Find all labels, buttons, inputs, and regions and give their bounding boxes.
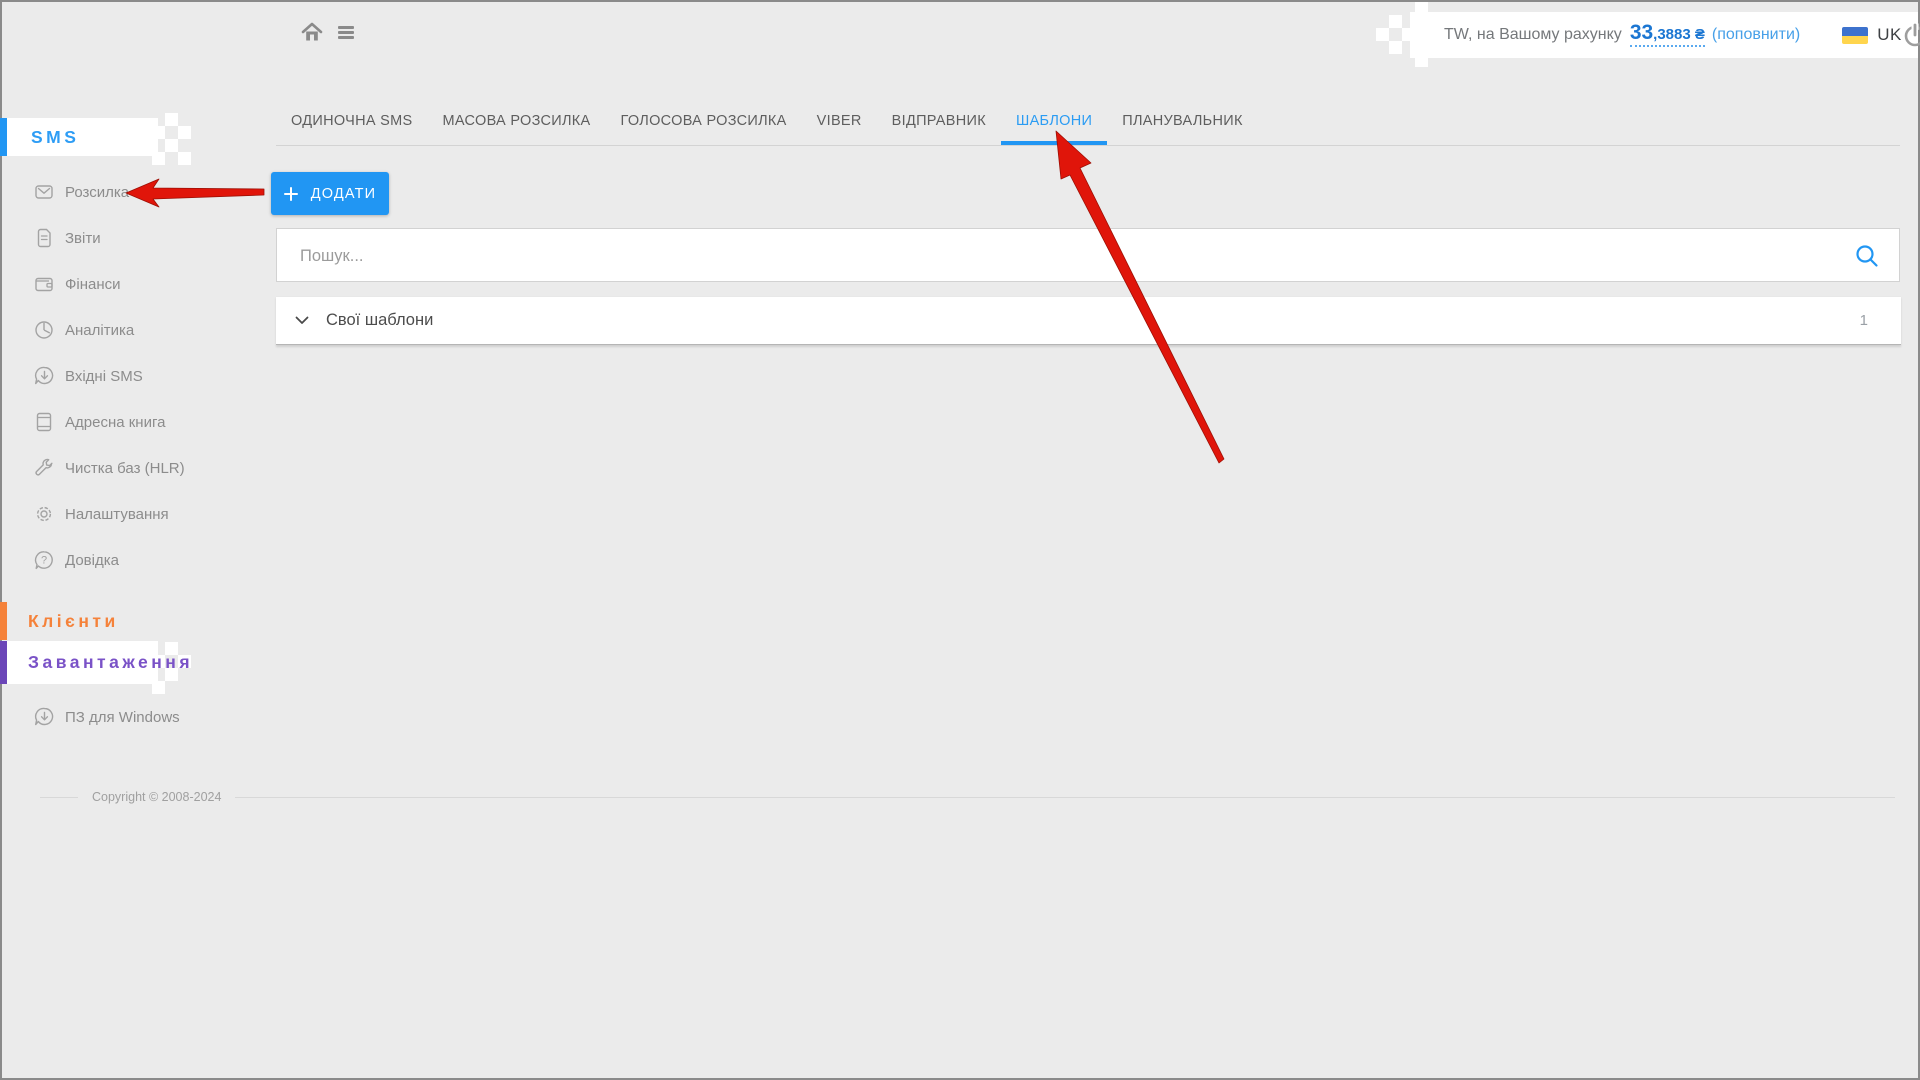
- account-prefix: TW, на Вашому рахунку: [1444, 26, 1622, 44]
- hamburger-menu-button[interactable]: [338, 26, 354, 39]
- tab-vidpravnyk[interactable]: ВІДПРАВНИК: [877, 100, 1001, 145]
- sidebar-item-label: Налаштування: [65, 506, 169, 523]
- add-button[interactable]: ДОДАТИ: [271, 172, 389, 215]
- sidebar-item-label: Довідка: [65, 552, 119, 569]
- annotation-layer: [0, 0, 1920, 1080]
- home-icon: [300, 20, 324, 44]
- sidebar-nav: Розсилка Звіти Фінанси Аналіт: [0, 169, 218, 583]
- inbox-bubble-icon: [33, 365, 55, 387]
- sidebar-item-label: ПЗ для Windows: [65, 709, 180, 726]
- ukraine-flag-icon: [1842, 27, 1868, 44]
- downloads-section-label: Завантаження: [28, 652, 193, 673]
- tab-shablony[interactable]: ШАБЛОНИ: [1001, 100, 1107, 145]
- sidebar-item-label: Адресна книга: [65, 414, 165, 431]
- envelope-icon: [33, 181, 55, 203]
- language-selector[interactable]: UK: [1842, 25, 1902, 45]
- sidebar-item-adresna-knyha[interactable]: Адресна книга: [0, 399, 218, 445]
- report-icon: [33, 227, 55, 249]
- download-icon: [33, 706, 55, 728]
- search-input[interactable]: [277, 229, 1854, 283]
- sidebar-downloads-nav: ПЗ для Windows: [0, 694, 218, 740]
- tab-holosova-rozsylka[interactable]: ГОЛОСОВА РОЗСИЛКА: [606, 100, 802, 145]
- sidebar-item-chystka-baz[interactable]: Чистка баз (HLR): [0, 445, 218, 491]
- sidebar-item-label: Вхідні SMS: [65, 368, 143, 385]
- svg-text:?: ?: [41, 555, 47, 567]
- tab-masova-rozsylka[interactable]: МАСОВА РОЗСИЛКА: [428, 100, 606, 145]
- sidebar-item-zvity[interactable]: Звіти: [0, 215, 218, 261]
- search-box: [276, 228, 1900, 282]
- wallet-icon: [33, 273, 55, 295]
- clients-section-label: Клієнти: [28, 611, 119, 632]
- divider-line: [40, 797, 78, 798]
- sidebar-item-finansy[interactable]: Фінанси: [0, 261, 218, 307]
- balance-amount[interactable]: 33,3883 ₴: [1630, 23, 1705, 47]
- home-button[interactable]: [300, 20, 324, 44]
- search-button[interactable]: [1853, 242, 1881, 270]
- tab-planuvalnyk[interactable]: ПЛАНУВАЛЬНИК: [1107, 100, 1257, 145]
- sidebar-item-label: Розсилка: [65, 184, 129, 201]
- templates-count-badge: 1: [1860, 312, 1868, 329]
- sidebar-item-label: Звіти: [65, 230, 101, 247]
- plus-icon: [284, 187, 298, 201]
- gear-icon: [33, 503, 55, 525]
- sidebar-item-nalashtuvannia[interactable]: Налаштування: [0, 491, 218, 537]
- sidebar-item-dovidka[interactable]: ? Довідка: [0, 537, 218, 583]
- sidebar-item-pz-windows[interactable]: ПЗ для Windows: [0, 694, 218, 740]
- templates-group-label: Свої шаблони: [326, 311, 433, 330]
- tab-odynochna-sms[interactable]: ОДИНОЧНА SMS: [276, 100, 428, 145]
- question-bubble-icon: ?: [33, 549, 55, 571]
- power-icon: [1902, 22, 1920, 48]
- divider-line: [235, 797, 1895, 798]
- add-button-label: ДОДАТИ: [311, 186, 377, 202]
- sidebar-section-clients[interactable]: Клієнти: [0, 602, 158, 640]
- app-window: TW, на Вашому рахунку 33,3883 ₴ (поповни…: [0, 0, 1920, 1080]
- sidebar-section-downloads[interactable]: Завантаження: [0, 641, 158, 684]
- sms-section-label: SMS: [31, 127, 79, 148]
- search-icon: [1853, 242, 1881, 270]
- copyright-text: Copyright © 2008-2024: [92, 790, 221, 804]
- pie-chart-icon: [33, 319, 55, 341]
- templates-group-row[interactable]: Свої шаблони 1: [276, 296, 1901, 345]
- sidebar-item-vhidni-sms[interactable]: Вхідні SMS: [0, 353, 218, 399]
- sidebar-item-label: Фінанси: [65, 276, 121, 293]
- topup-link[interactable]: (поповнити): [1712, 26, 1800, 44]
- sidebar-item-label: Чистка баз (HLR): [65, 460, 185, 477]
- sidebar-section-sms[interactable]: SMS: [0, 118, 158, 156]
- tab-bar: ОДИНОЧНА SMS МАСОВА РОЗСИЛКА ГОЛОСОВА РО…: [276, 100, 1900, 146]
- address-book-icon: [33, 411, 55, 433]
- logout-button[interactable]: [1902, 22, 1920, 48]
- hamburger-icon: [338, 26, 354, 29]
- sidebar-item-analityka[interactable]: Аналітика: [0, 307, 218, 353]
- copyright: Copyright © 2008-2024: [40, 790, 1895, 804]
- chevron-down-icon: [295, 316, 309, 325]
- sidebar-item-rozsylka[interactable]: Розсилка: [0, 169, 218, 215]
- language-code: UK: [1877, 25, 1902, 45]
- wrench-icon: [33, 457, 55, 479]
- sidebar-item-label: Аналітика: [65, 322, 134, 339]
- tab-viber[interactable]: VIBER: [802, 100, 877, 145]
- account-panel: TW, на Вашому рахунку 33,3883 ₴ (поповни…: [1410, 12, 1918, 58]
